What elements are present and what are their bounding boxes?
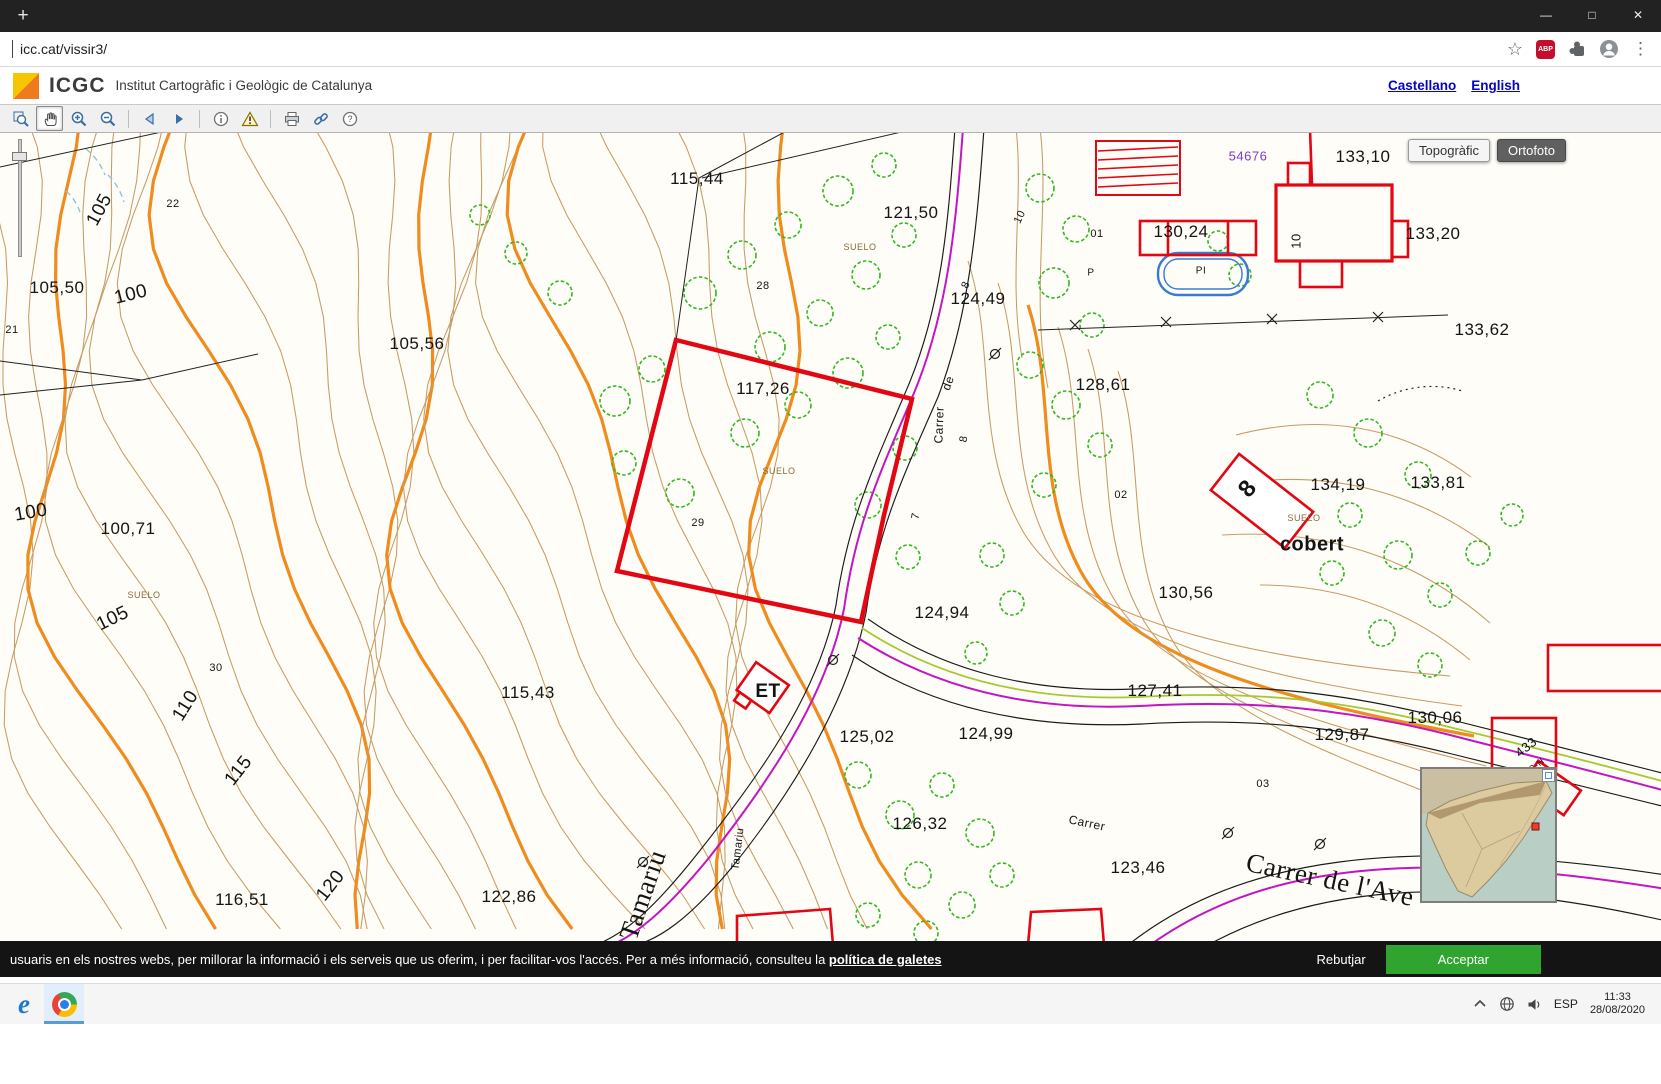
window-minimize-button[interactable]: — (1523, 0, 1569, 32)
chrome-icon[interactable] (44, 984, 84, 1024)
svg-text:?: ? (347, 114, 352, 124)
pan-hand-button[interactable] (36, 106, 63, 131)
bookmark-star-icon[interactable]: ☆ (1507, 40, 1523, 58)
info-button[interactable] (207, 106, 234, 131)
keyboard-language-indicator[interactable]: ESP (1554, 997, 1578, 1011)
window-close-button[interactable]: ✕ (1615, 0, 1661, 32)
zoom-slider-handle[interactable] (12, 152, 27, 161)
layer-button-topografic[interactable]: Topogràfic (1408, 139, 1490, 162)
hand-icon (41, 110, 59, 128)
cookie-buttons: Rebutjar Acceptar (1317, 945, 1541, 974)
transformer-building (731, 662, 789, 721)
site-title: Institut Cartogràfic i Geològic de Catal… (116, 78, 373, 93)
toolbar-divider (270, 110, 271, 128)
toolbar-divider (128, 110, 129, 128)
zoom-slider[interactable] (12, 139, 27, 257)
new-tab-button[interactable]: + (8, 2, 38, 30)
url-field[interactable]: icc.cat/vissir3/ (12, 40, 107, 58)
browser-tab-strip: + — □ ✕ (0, 0, 1661, 32)
system-tray: ESP 11:33 28/08/2020 (1473, 991, 1657, 1017)
address-bar-icons: ☆ ABP ⋮ (1507, 39, 1649, 59)
lang-castellano-link[interactable]: Castellano (1388, 78, 1456, 93)
cookie-accept-button[interactable]: Acceptar (1386, 945, 1541, 974)
icgc-logo (13, 73, 39, 99)
lang-english-link[interactable]: English (1471, 78, 1520, 93)
window-controls: — □ ✕ (1523, 0, 1661, 32)
overview-minimap[interactable] (1420, 767, 1557, 903)
zoom-in-button[interactable] (65, 106, 92, 131)
warning-button[interactable] (236, 106, 263, 131)
boundary-lines (0, 133, 1462, 401)
back-button[interactable] (136, 106, 163, 131)
cookie-message: usuaris en els nostres webs, per millora… (10, 952, 942, 967)
permalink-button[interactable] (307, 106, 334, 131)
pool-symbol (1158, 253, 1248, 295)
internet-explorer-icon[interactable]: e (4, 984, 44, 1024)
brand-text: ICGC (49, 74, 106, 98)
language-links: Castellano English (1388, 78, 1520, 93)
current-location-marker (1532, 823, 1539, 830)
map-toolbar: ? (0, 105, 1661, 133)
site-header: ICGC Institut Cartogràfic i Geològic de … (0, 67, 1661, 105)
browser-address-bar: icc.cat/vissir3/ ☆ ABP ⋮ (0, 32, 1661, 67)
tree-symbols (470, 153, 1523, 941)
adblock-extension-icon[interactable]: ABP (1536, 40, 1555, 59)
cookie-banner: usuaris en els nostres webs, per millora… (0, 941, 1661, 977)
layer-button-ortofoto[interactable]: Ortofoto (1497, 139, 1566, 162)
stairs-symbol (1096, 141, 1180, 195)
clock-date: 28/08/2020 (1590, 1004, 1645, 1017)
map-canvas (0, 133, 1661, 941)
network-globe-icon[interactable] (1499, 996, 1515, 1012)
print-button[interactable] (278, 106, 305, 131)
help-button[interactable]: ? (336, 106, 363, 131)
utility-symbols (637, 348, 1326, 868)
zoom-out-button[interactable] (94, 106, 121, 131)
cookie-reject-button[interactable]: Rebutjar (1317, 952, 1366, 967)
map-viewport[interactable]: 115,44121,50133,1054676130,24133,20124,4… (0, 133, 1661, 941)
chrome-logo (52, 992, 77, 1017)
extensions-puzzle-icon[interactable] (1568, 40, 1586, 58)
window-maximize-button[interactable]: □ (1569, 0, 1615, 32)
screen-filler (0, 1024, 1661, 1084)
browser-menu-icon[interactable]: ⋮ (1632, 39, 1649, 59)
cookie-message-text: usuaris en els nostres webs, per millora… (10, 952, 829, 967)
taskbar: e ESP 11:33 28/08/2020 (0, 983, 1661, 1024)
profile-avatar-icon[interactable] (1599, 39, 1619, 59)
toolbar-divider (199, 110, 200, 128)
catalonia-overview-map (1422, 769, 1555, 901)
forward-button[interactable] (165, 106, 192, 131)
layer-switcher: Topogràfic Ortofoto (1408, 139, 1566, 162)
cookie-policy-link[interactable]: política de galetes (829, 952, 942, 967)
speaker-icon[interactable] (1527, 998, 1542, 1011)
zoom-extent-button[interactable] (7, 106, 34, 131)
screen: + — □ ✕ icc.cat/vissir3/ ☆ ABP ⋮ ICGC In… (0, 0, 1661, 1080)
building-outline (1276, 185, 1392, 261)
chevron-up-icon[interactable] (1473, 999, 1487, 1009)
clock-time: 11:33 (1590, 991, 1645, 1004)
taskbar-clock[interactable]: 11:33 28/08/2020 (1590, 991, 1645, 1017)
minimap-expand-icon[interactable] (1542, 769, 1555, 782)
